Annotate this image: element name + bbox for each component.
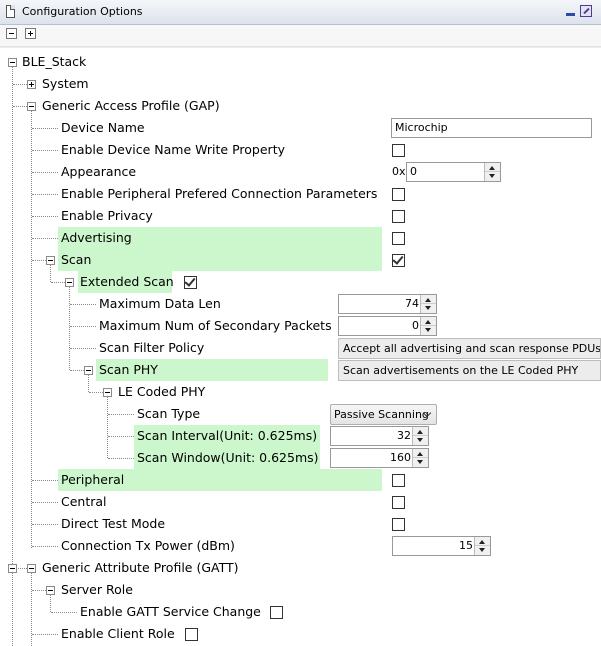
tree-item-server-role[interactable]: Server Role <box>61 579 133 601</box>
spin-up-icon[interactable] <box>421 295 436 304</box>
scan-checkbox[interactable] <box>392 253 405 267</box>
label-conn-tx-power: Connection Tx Power (dBm) <box>61 538 235 553</box>
enable-privacy-checkbox[interactable] <box>392 210 405 223</box>
label-enable-client-role: Enable Client Role <box>61 626 175 641</box>
spin-down-icon[interactable] <box>421 304 436 313</box>
peripheral-checkbox[interactable] <box>392 474 405 487</box>
spin-up-icon[interactable] <box>475 537 490 546</box>
expander-ble-stack[interactable] <box>8 58 17 67</box>
label-peripheral: Peripheral <box>61 472 125 487</box>
scan-window-value[interactable]: 160 <box>334 449 411 467</box>
expander-system[interactable] <box>27 80 36 89</box>
label-direct-test-mode: Direct Test Mode <box>61 516 166 531</box>
appearance-hex-prefix: 0x <box>392 165 406 178</box>
spin-down-icon[interactable] <box>413 458 428 467</box>
highlight-scan <box>58 249 382 271</box>
label-enable-peripheral-pref-conn: Enable Peripheral Prefered Connection Pa… <box>61 186 378 201</box>
label-enable-gatt-service-change: Enable GATT Service Change <box>80 604 261 619</box>
spin-down-icon[interactable] <box>421 326 436 335</box>
tree-item-scan[interactable]: Scan <box>61 249 91 271</box>
scan-phy-dropdown[interactable]: Scan advertisements on the LE Coded PHY <box>338 360 601 381</box>
tree-item-extended-scan[interactable]: Extended Scan <box>80 271 174 293</box>
label-scan-filter-policy: Scan Filter Policy <box>99 340 205 355</box>
spin-down-icon[interactable] <box>485 172 500 181</box>
collapse-all-button[interactable] <box>6 28 17 39</box>
spin-up-icon[interactable] <box>421 317 436 326</box>
expander-gatt-placeholder <box>8 564 17 573</box>
conn-tx-power-spinner[interactable]: 15 <box>392 536 491 556</box>
label-max-secondary-packets: Maximum Num of Secondary Packets <box>99 318 332 333</box>
label-device-name: Device Name <box>61 120 145 135</box>
scan-type-value: Passive Scanning <box>334 408 429 421</box>
document-icon <box>6 5 15 18</box>
max-data-len-spinner[interactable]: 74 <box>338 294 437 314</box>
label-scan-type: Scan Type <box>137 406 201 421</box>
advertising-checkbox[interactable] <box>392 232 405 245</box>
expander-gatt[interactable] <box>27 564 36 573</box>
enable-device-name-write-checkbox[interactable] <box>392 144 405 157</box>
scan-type-dropdown[interactable]: Passive Scanning <box>330 404 437 425</box>
extended-scan-checkbox[interactable] <box>184 275 197 289</box>
label-appearance: Appearance <box>61 164 137 179</box>
expander-scan[interactable] <box>46 256 55 265</box>
label-enable-privacy: Enable Privacy <box>61 208 153 223</box>
scan-filter-policy-dropdown[interactable]: Accept all advertising and scan response… <box>338 338 601 359</box>
expander-gap[interactable] <box>27 102 36 111</box>
tree-item-gap[interactable]: Generic Access Profile (GAP) <box>42 95 220 117</box>
divider <box>0 47 601 48</box>
tree-item-gatt[interactable]: Generic Attribute Profile (GATT) <box>42 557 239 579</box>
max-secondary-packets-spinner[interactable]: 0 <box>338 316 437 336</box>
expander-le-coded-phy[interactable] <box>103 388 112 397</box>
spin-up-icon[interactable] <box>485 163 500 172</box>
central-checkbox[interactable] <box>392 496 405 509</box>
spin-up-icon[interactable] <box>413 427 428 436</box>
device-name-input[interactable]: Microchip <box>391 118 592 138</box>
enable-peripheral-pref-conn-checkbox[interactable] <box>392 188 405 201</box>
label-advertising: Advertising <box>61 230 132 245</box>
label-scan-interval: Scan Interval(Unit: 0.625ms) <box>137 428 318 443</box>
tree-item-scan-phy[interactable]: Scan PHY <box>99 359 158 381</box>
enable-client-role-checkbox[interactable] <box>185 628 198 641</box>
label-central: Central <box>61 494 107 509</box>
label-enable-device-name-write: Enable Device Name Write Property <box>61 142 285 157</box>
appearance-value[interactable]: 0 <box>410 163 483 181</box>
tree-root-ble-stack[interactable]: BLE_Stack <box>22 51 86 73</box>
check-icon <box>184 275 196 287</box>
title-bar: Configuration Options <box>0 0 601 25</box>
restore-icon[interactable] <box>580 5 592 17</box>
spin-down-icon[interactable] <box>475 546 490 555</box>
expander-extended-scan[interactable] <box>65 278 74 287</box>
tree-item-le-coded-phy[interactable]: LE Coded PHY <box>118 381 205 403</box>
enable-gatt-service-change-checkbox[interactable] <box>270 606 283 619</box>
appearance-spinner[interactable]: 0 <box>406 162 501 182</box>
expander-scan-phy[interactable] <box>84 366 93 375</box>
direct-test-mode-checkbox[interactable] <box>392 518 405 531</box>
conn-tx-power-value[interactable]: 15 <box>396 537 473 555</box>
spin-up-icon[interactable] <box>413 449 428 458</box>
tree-item-system[interactable]: System <box>42 73 89 95</box>
label-scan-window: Scan Window(Unit: 0.625ms) <box>137 450 319 465</box>
scan-interval-spinner[interactable]: 32 <box>330 426 429 446</box>
spin-down-icon[interactable] <box>413 436 428 445</box>
expand-all-button[interactable] <box>25 28 36 39</box>
scan-interval-value[interactable]: 32 <box>334 427 411 445</box>
check-icon <box>392 253 404 265</box>
max-secondary-packets-value[interactable]: 0 <box>342 317 419 335</box>
expander-server-role[interactable] <box>46 586 55 595</box>
scan-window-spinner[interactable]: 160 <box>330 448 429 468</box>
window-title: Configuration Options <box>22 5 143 18</box>
max-data-len-value[interactable]: 74 <box>342 295 419 313</box>
label-max-data-len: Maximum Data Len <box>99 296 221 311</box>
minimize-icon[interactable] <box>566 13 575 16</box>
toolbar <box>0 25 601 47</box>
